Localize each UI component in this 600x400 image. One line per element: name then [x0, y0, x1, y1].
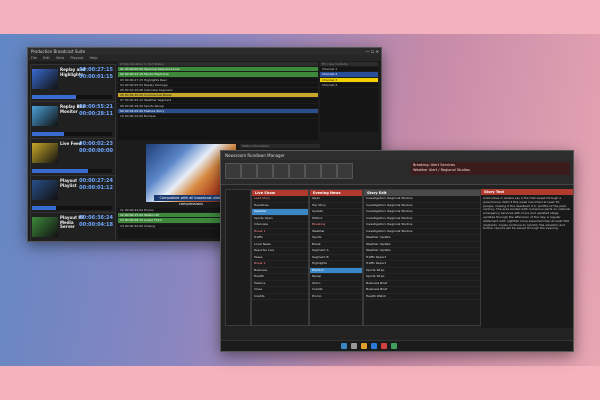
- clip-thumbnail: [32, 180, 58, 200]
- clip-card[interactable]: Replay and Highlights 00:00:27:15 00:00:01…: [30, 64, 116, 102]
- nav-sidebar: [225, 189, 251, 326]
- menu-edit[interactable]: Edit: [43, 56, 50, 60]
- menu-help[interactable]: Help: [89, 56, 97, 60]
- search-icon[interactable]: [351, 343, 357, 349]
- alert-banner[interactable]: Breaking: Alert Services Weather Alert /…: [411, 162, 570, 175]
- playlist-table: # Clip Duration In Out Status 01 00:00:0…: [118, 62, 318, 140]
- search-icon[interactable]: [289, 163, 305, 179]
- clip-timecode: 00:00:27:24: [79, 178, 113, 184]
- app-icon[interactable]: [391, 343, 397, 349]
- clip-remaining: 00:00:01:15: [79, 74, 113, 80]
- user-icon[interactable]: [321, 163, 337, 179]
- clip-remaining: 00:00:00:00: [79, 148, 113, 154]
- clip-card[interactable]: Playout PP Media Server 00:06:36:24 00:00:…: [30, 212, 116, 241]
- app-icon[interactable]: [381, 343, 387, 349]
- clip-progress-fill: [32, 169, 88, 173]
- clip-progress-fill: [32, 95, 76, 99]
- clip-progress: [32, 95, 112, 99]
- story-text-pane[interactable]: Story Text Authorities in Alaska say a f…: [481, 189, 573, 328]
- clip-thumbnail: [32, 143, 58, 163]
- clip-progress-fill: [32, 132, 64, 136]
- start-icon[interactable]: [341, 343, 347, 349]
- story-text: Authorities in Alaska say a fire that sw…: [483, 196, 571, 231]
- window-title: Newsroom Rundown Manager: [225, 153, 285, 158]
- clip-remaining: 00:00:28:11: [79, 111, 113, 117]
- clip-timecode: 00:06:36:24: [79, 215, 113, 221]
- menubar: File Edit View Playout Help: [28, 55, 381, 61]
- background-band-bottom: [0, 366, 600, 400]
- preview-caption: Compatible with all broadcast video comp…: [154, 195, 228, 206]
- new-story-icon[interactable]: [225, 163, 241, 179]
- newsroom-window: Newsroom Rundown Manager Breaking: Alert…: [220, 150, 574, 352]
- menu-view[interactable]: View: [56, 56, 64, 60]
- window-titlebar[interactable]: Newsroom Rundown Manager: [221, 151, 573, 160]
- toolbar: Breaking: Alert Services Weather Alert /…: [221, 160, 573, 185]
- rundown-row[interactable]: Promo: [310, 294, 362, 300]
- story-list: Story Edit Investigation: Regional Studi…: [363, 189, 481, 326]
- table-row[interactable]: 10 00:00:10:00 Bumper: [118, 114, 318, 120]
- window-title: Production Broadcast Suite: [31, 49, 86, 54]
- window-titlebar[interactable]: Production Broadcast Suite — ☐ ✕: [28, 48, 381, 55]
- output-panel: Fill / Key Outputs Channel 1 Channel 2 C…: [320, 62, 378, 132]
- clip-timecode: 00:00:55:21: [79, 104, 113, 110]
- rundown-row[interactable]: Health Watch: [364, 294, 480, 300]
- rundown-column-1: Live Show Lead Story Headlines Weather Spor…: [251, 189, 309, 326]
- clip-progress: [32, 132, 112, 136]
- clip-thumbnail: [32, 106, 58, 126]
- clip-remaining: 00:00:01:12: [79, 185, 113, 191]
- clip-timecode: 00:00:27:15: [79, 67, 113, 73]
- rundown-column-2: Evening News Open Top Story Update Politics…: [309, 189, 363, 326]
- alert-body: Weather Alert / Regional Studios: [413, 168, 470, 172]
- clip-remaining: 00:00:04:18: [79, 222, 113, 228]
- clip-progress-fill: [32, 206, 56, 210]
- taskbar: [221, 340, 573, 351]
- clip-card[interactable]: Live Feed 00:00:02:23 00:00:00:00: [30, 138, 116, 176]
- window-controls[interactable]: — ☐ ✕: [366, 48, 379, 55]
- rundown-rows: Lead Story Headlines Weather Sports Open Int…: [252, 196, 308, 300]
- menu-file[interactable]: File: [31, 56, 37, 60]
- help-icon[interactable]: [337, 163, 353, 179]
- menu-playout[interactable]: Playout: [70, 56, 83, 60]
- settings-icon[interactable]: [305, 163, 321, 179]
- clip-thumbnail: [32, 69, 58, 89]
- save-icon[interactable]: [257, 163, 273, 179]
- text-pane-header: Story Text: [481, 189, 573, 195]
- output-row[interactable]: Channel 4: [320, 83, 378, 88]
- browser-icon[interactable]: [371, 343, 377, 349]
- clip-card[interactable]: Replay BRP Monitor 00:00:55:21 00:00:28:11: [30, 101, 116, 139]
- clip-timecode: 00:00:02:23: [79, 141, 113, 147]
- background-band-top: [0, 0, 600, 34]
- clip-progress: [32, 206, 112, 210]
- rundown-row[interactable]: Credits: [252, 294, 308, 300]
- folder-icon[interactable]: [361, 343, 367, 349]
- clip-card[interactable]: Playout Playlist 00:00:27:24 00:00:01:12: [30, 175, 116, 213]
- print-icon[interactable]: [273, 163, 289, 179]
- open-icon[interactable]: [241, 163, 257, 179]
- clip-progress: [32, 169, 112, 173]
- story-rows: Investigation: Regional Studios Investiga…: [364, 196, 480, 300]
- rundown-rows: Open Top Story Update Politics Breaking Weath…: [310, 196, 362, 300]
- clip-thumbnail: [32, 217, 58, 237]
